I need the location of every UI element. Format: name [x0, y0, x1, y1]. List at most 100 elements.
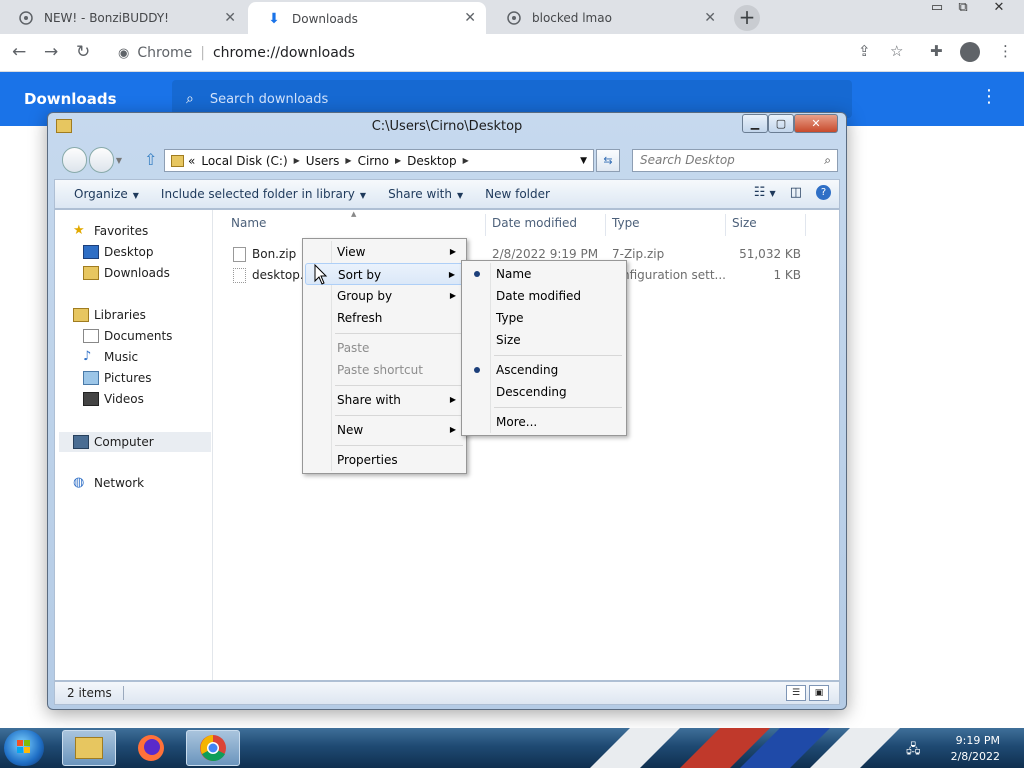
sort-option-more[interactable]: More... [464, 411, 624, 433]
taskbar-chrome[interactable] [186, 730, 240, 766]
sort-option-date-modified[interactable]: Date modified [464, 285, 624, 307]
taskbar-firefox[interactable] [124, 730, 178, 766]
address-bar[interactable]: « Local Disk (C:) ▶ Users ▶ Cirno ▶ Desktop… [164, 149, 594, 172]
sort-order-descending[interactable]: Descending [464, 381, 624, 403]
details-view-icon[interactable]: ☰ [786, 685, 806, 701]
breadcrumb-local-disk[interactable]: Local Disk (C:) [201, 154, 287, 168]
system-tray: 🖧 9:19 PM 2/8/2022 [900, 728, 1024, 768]
sort-indicator-icon: ▲ [351, 210, 357, 218]
large-icons-view-icon[interactable]: ▣ [809, 685, 829, 701]
chevron-right-icon[interactable]: ▶ [345, 156, 351, 165]
tab-downloads[interactable]: ⬇ Downloads ✕ [248, 2, 486, 36]
preview-pane-icon[interactable]: ◫ [790, 185, 802, 200]
breadcrumb-users[interactable]: Users [306, 154, 340, 168]
nav-documents[interactable]: Documents [83, 329, 172, 343]
chevron-right-icon[interactable]: ▶ [395, 156, 401, 165]
search-desktop-input[interactable]: Search Desktop ⌕ [632, 149, 838, 172]
close-window-button[interactable]: ✕ [984, 0, 1014, 20]
column-header-size[interactable]: Size [732, 216, 757, 230]
menu-label: Type [496, 311, 524, 325]
new-folder-button[interactable]: New folder [474, 187, 561, 201]
nav-network[interactable]: ◍ Network [73, 476, 144, 491]
tab-blocked[interactable]: blocked lmao ✕ [488, 2, 726, 34]
help-icon[interactable]: ? [816, 185, 831, 200]
menu-item-properties[interactable]: Properties [305, 449, 464, 471]
back-icon[interactable]: ← [12, 42, 26, 62]
forward-button[interactable] [88, 147, 114, 173]
extensions-icon[interactable]: ✚ [930, 42, 943, 60]
back-button[interactable] [62, 147, 87, 173]
nav-desktop[interactable]: Desktop [83, 245, 154, 259]
close-tab-icon[interactable]: ✕ [464, 10, 476, 26]
menu-item-refresh[interactable]: Refresh [305, 307, 464, 329]
menu-label: Group by [337, 289, 393, 303]
sort-option-type[interactable]: Type [464, 307, 624, 329]
restore-button[interactable]: ⧉ [948, 0, 978, 20]
menu-kebab-icon[interactable]: ⋮ [998, 42, 1013, 60]
menu-item-sort-by[interactable]: Sort by ▶ [305, 263, 464, 285]
sort-order-ascending[interactable]: Ascending [464, 359, 624, 381]
change-view-icon[interactable]: ☷ ▼ [754, 185, 776, 200]
breadcrumb-desktop[interactable]: Desktop [407, 154, 457, 168]
menu-item-new[interactable]: New ▶ [305, 419, 464, 441]
column-divider[interactable] [485, 214, 486, 236]
downloads-menu-icon[interactable]: ⋮ [980, 86, 998, 107]
network-tray-icon[interactable]: 🖧 [906, 740, 921, 762]
column-header-type[interactable]: Type [612, 216, 640, 230]
sort-option-name[interactable]: Name [464, 263, 624, 285]
column-divider[interactable] [805, 214, 806, 236]
nav-downloads[interactable]: Downloads [83, 266, 170, 280]
omnibox[interactable]: ◉ Chrome | chrome://downloads [110, 38, 880, 68]
search-placeholder: Search Desktop [640, 153, 735, 167]
up-arrow-icon[interactable]: ⇧ [144, 150, 157, 169]
menu-item-view[interactable]: View ▶ [305, 241, 464, 263]
share-icon[interactable]: ⇪ [858, 42, 871, 60]
column-divider[interactable] [725, 214, 726, 236]
menu-separator [335, 445, 463, 446]
breadcrumb-cirno[interactable]: Cirno [358, 154, 389, 168]
refresh-button[interactable]: ⇆ [596, 149, 620, 172]
forward-icon[interactable]: → [44, 42, 58, 62]
column-header-name[interactable]: Name [231, 216, 266, 230]
start-button[interactable] [4, 730, 44, 766]
nav-music[interactable]: ♪ Music [83, 350, 138, 365]
taskbar-explorer[interactable] [62, 730, 116, 766]
explorer-maximize-button[interactable]: ▢ [768, 114, 794, 133]
recent-pages-chevron-icon[interactable]: ▼ [116, 156, 122, 165]
nav-computer[interactable]: Computer [59, 432, 211, 452]
menu-item-group-by[interactable]: Group by ▶ [305, 285, 464, 307]
organize-button[interactable]: Organize ▼ [63, 187, 150, 201]
reload-icon[interactable]: ↻ [76, 42, 90, 62]
close-tab-icon[interactable]: ✕ [224, 10, 236, 26]
address-dropdown-icon[interactable]: ▼ [580, 156, 587, 166]
close-tab-icon[interactable]: ✕ [704, 10, 716, 26]
chevron-right-icon[interactable]: ▶ [294, 156, 300, 165]
star-icon: ★ [73, 223, 85, 238]
nav-favorites[interactable]: ★ Favorites [73, 223, 148, 239]
tab-bonzibuddy[interactable]: NEW! - BonziBUDDY! ✕ [0, 2, 246, 34]
organize-label: Organize [74, 187, 128, 201]
column-divider[interactable] [605, 214, 606, 236]
menu-separator [335, 333, 463, 334]
explorer-minimize-button[interactable]: ▁ [742, 114, 768, 133]
omnibox-site: Chrome [137, 45, 193, 61]
explorer-close-button[interactable]: ✕ [794, 114, 838, 133]
column-header-date[interactable]: Date modified [492, 216, 577, 230]
nav-label: Libraries [94, 308, 146, 322]
include-in-library-label: Include selected folder in library [160, 187, 355, 201]
chevron-right-icon: ▶ [448, 270, 455, 279]
share-with-button[interactable]: Share with ▼ [377, 187, 474, 201]
bookmark-star-icon[interactable]: ☆ [890, 42, 903, 60]
clock-time[interactable]: 9:19 PM [956, 734, 1000, 747]
profile-avatar-icon[interactable] [960, 42, 980, 62]
sort-option-size[interactable]: Size [464, 329, 624, 351]
include-in-library-button[interactable]: Include selected folder in library ▼ [150, 187, 377, 201]
breadcrumb-overflow[interactable]: « [188, 154, 195, 168]
chevron-right-icon[interactable]: ▶ [463, 156, 469, 165]
nav-videos[interactable]: Videos [83, 392, 144, 406]
nav-libraries[interactable]: Libraries [73, 308, 146, 322]
clock-date[interactable]: 2/8/2022 [951, 750, 1000, 763]
new-tab-button[interactable]: + [734, 5, 760, 31]
menu-item-share-with[interactable]: Share with ▶ [305, 389, 464, 411]
nav-pictures[interactable]: Pictures [83, 371, 152, 385]
